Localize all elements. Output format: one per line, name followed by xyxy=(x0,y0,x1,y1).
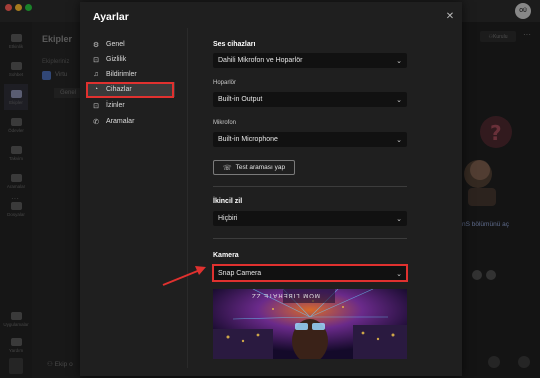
annotation-arrow xyxy=(162,266,206,286)
gear-icon: ⚙ xyxy=(92,41,100,49)
test-call-label: Test araması yap xyxy=(235,164,286,171)
secondary-ring-title: İkincil zil xyxy=(213,198,243,205)
bell-icon: ♫ xyxy=(93,71,99,78)
audio-devices-title: Ses cihazları xyxy=(213,41,256,48)
audio-device-value: Dahili Mikrofon ve Hoparlör xyxy=(218,57,303,64)
lock-icon: ⊡ xyxy=(93,56,99,64)
test-call-icon: ☏ xyxy=(222,164,232,172)
nav-item-calls[interactable]: ✆ Aramalar xyxy=(87,114,175,129)
preview-text: MOM LIBERATE ZZ xyxy=(251,292,320,298)
annotation-highlight-camera xyxy=(212,264,408,282)
nav-label: Bildirimler xyxy=(106,71,137,78)
dialog-title: Ayarlar xyxy=(93,11,129,23)
audio-device-select[interactable]: Dahili Mikrofon ve Hoparlör ⌄ xyxy=(213,53,407,68)
mic-select[interactable]: Built-in Microphone ⌄ xyxy=(213,132,407,147)
nav-label: Aramalar xyxy=(106,118,135,125)
nav-label: İzinler xyxy=(106,102,125,109)
close-icon[interactable]: ✕ xyxy=(444,11,456,23)
nav-label: Gizlilik xyxy=(106,56,127,63)
phone-icon: ✆ xyxy=(93,118,99,126)
nav-item-privacy[interactable]: ⊡ Gizlilik xyxy=(87,52,175,67)
nav-divider xyxy=(187,28,188,368)
chevron-down-icon: ⌄ xyxy=(396,96,402,104)
secondary-ring-value: Hiçbiri xyxy=(218,215,238,222)
nav-item-general[interactable]: ⚙ Genel xyxy=(87,37,175,52)
mic-value: Built-in Microphone xyxy=(218,136,278,143)
camera-preview: MOM LIBERATE ZZ xyxy=(213,289,407,359)
mic-label: Mikrofon xyxy=(213,120,237,126)
nav-item-notifications[interactable]: ♫ Bildirimler xyxy=(87,67,175,82)
chevron-down-icon: ⌄ xyxy=(396,215,402,223)
secondary-ring-select[interactable]: Hiçbiri ⌄ xyxy=(213,211,407,226)
nav-item-permissions[interactable]: ⊡ İzinler xyxy=(87,98,175,113)
section-divider xyxy=(213,238,407,239)
section-divider xyxy=(213,186,407,187)
camera-title: Kamera xyxy=(213,252,239,259)
lock-icon: ⊡ xyxy=(93,102,99,110)
chevron-down-icon: ⌄ xyxy=(396,136,402,144)
speaker-select[interactable]: Built-in Output ⌄ xyxy=(213,92,407,107)
speaker-label: Hoparlör xyxy=(213,80,237,86)
test-call-button[interactable]: ☏ Test araması yap xyxy=(213,160,295,175)
nav-label: Genel xyxy=(106,41,125,48)
chevron-down-icon: ⌄ xyxy=(396,57,402,65)
speaker-value: Built-in Output xyxy=(218,96,263,103)
annotation-highlight-devices xyxy=(86,82,174,98)
